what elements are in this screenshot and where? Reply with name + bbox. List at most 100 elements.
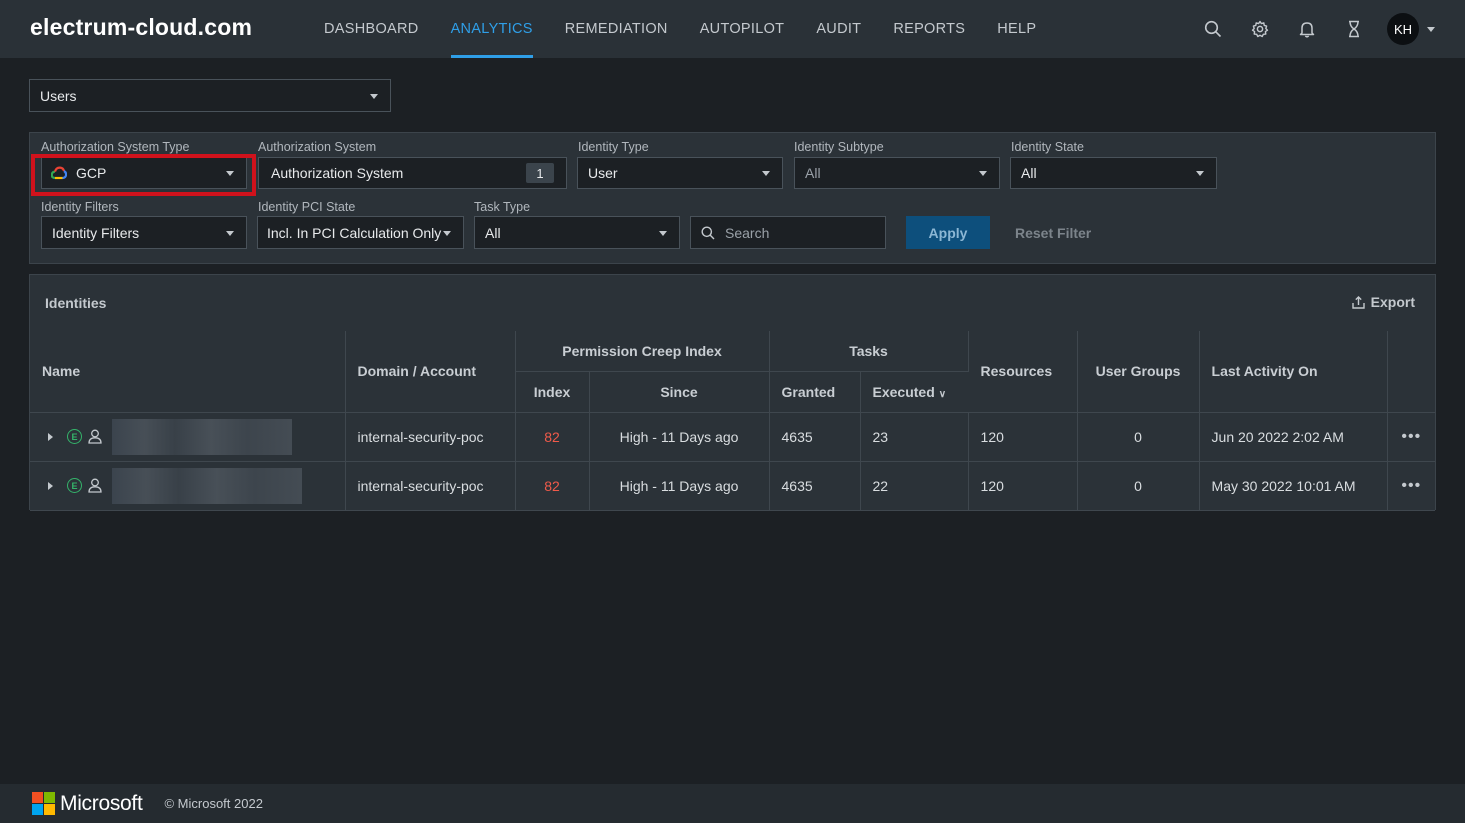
chevron-down-icon: [659, 230, 667, 236]
nav-analytics[interactable]: ANALYTICS: [435, 0, 549, 58]
identity-type-select[interactable]: User: [577, 157, 783, 189]
col-granted[interactable]: Granted: [769, 371, 861, 413]
identity-filters-value: Identity Filters: [52, 224, 140, 241]
identity-subtype-label: Identity Subtype: [794, 140, 884, 154]
nav-remediation[interactable]: REMEDIATION: [549, 0, 684, 58]
identity-pci-state-label: Identity PCI State: [258, 200, 356, 214]
task-type-label: Task Type: [474, 200, 531, 214]
identity-state-select[interactable]: All: [1010, 157, 1217, 189]
nav-dashboard[interactable]: DASHBOARD: [308, 0, 435, 58]
col-last-activity[interactable]: Last Activity On: [1199, 331, 1388, 413]
redacted-name: [112, 418, 292, 455]
reset-filter-button[interactable]: Reset Filter: [1005, 216, 1101, 249]
export-button[interactable]: Export: [1351, 294, 1415, 310]
col-pci-index[interactable]: Index: [515, 371, 590, 413]
bell-icon[interactable]: [1283, 0, 1330, 58]
identity-subtype-select[interactable]: All: [794, 157, 1000, 189]
nav-help[interactable]: HELP: [981, 0, 1052, 58]
col-pci-since[interactable]: Since: [589, 371, 770, 413]
auth-system-type-label: Authorization System Type: [41, 140, 190, 154]
user-groups-cell: 0: [1077, 461, 1200, 511]
col-pci-group: Permission Creep Index: [515, 331, 770, 372]
gcp-logo-icon: [51, 166, 67, 180]
nav-autopilot[interactable]: AUTOPILOT: [684, 0, 801, 58]
auth-system-label: Authorization System: [258, 140, 377, 154]
footer-brand: Microsoft: [60, 791, 143, 815]
identity-name-cell: E: [42, 418, 333, 455]
search-icon[interactable]: [1189, 0, 1236, 58]
identities-panel: Identities Export Name Domain / Account …: [29, 274, 1436, 511]
view-select-value: Users: [40, 87, 77, 104]
nav-audit[interactable]: AUDIT: [800, 0, 877, 58]
footer: Microsoft © Microsoft 2022: [0, 784, 1465, 823]
col-executed[interactable]: Executed ∨: [860, 371, 969, 413]
search-icon: [701, 226, 715, 239]
identity-filters-select[interactable]: Identity Filters: [41, 216, 247, 249]
granted-cell: 4635: [769, 412, 861, 462]
avatar[interactable]: KH: [1387, 13, 1419, 45]
identity-state-label: Identity State: [1011, 140, 1084, 154]
identity-name-cell: E: [42, 467, 333, 504]
view-select[interactable]: Users: [29, 79, 391, 112]
pci-index-cell: 82: [515, 461, 590, 511]
export-icon: [1351, 295, 1365, 309]
table-row[interactable]: E internal-security-poc 82 High - 11 Day…: [30, 412, 1436, 462]
brand-title[interactable]: electrum-cloud.com: [30, 14, 252, 41]
more-actions-icon[interactable]: •••: [1387, 461, 1436, 511]
executed-cell: 23: [860, 412, 969, 462]
last-activity-cell: Jun 20 2022 2:02 AM: [1199, 412, 1388, 462]
main-nav: DASHBOARD ANALYTICS REMEDIATION AUTOPILO…: [308, 0, 1052, 58]
col-executed-label: Executed: [872, 383, 935, 400]
chevron-down-icon[interactable]: [1427, 26, 1435, 32]
nav-reports[interactable]: REPORTS: [877, 0, 981, 58]
col-domain[interactable]: Domain / Account: [345, 331, 516, 413]
expand-row-icon[interactable]: [48, 432, 53, 441]
auth-system-type-select[interactable]: GCP: [41, 157, 247, 189]
table-row[interactable]: E internal-security-poc 82 High - 11 Day…: [30, 461, 1436, 511]
identity-pci-state-select[interactable]: Incl. In PCI Calculation Only: [257, 216, 464, 249]
search-input[interactable]: [725, 224, 875, 241]
task-type-select[interactable]: All: [474, 216, 680, 249]
auth-system-value: Authorization System: [271, 165, 404, 181]
pci-since-cell: High - 11 Days ago: [589, 412, 770, 462]
executed-cell: 22: [860, 461, 969, 511]
user-icon: [88, 429, 102, 444]
apply-button[interactable]: Apply: [906, 216, 990, 249]
microsoft-logo-icon: [32, 792, 55, 815]
col-tasks-group: Tasks: [769, 331, 969, 372]
auth-system-type-value: GCP: [76, 165, 107, 181]
enabled-badge-icon: E: [67, 429, 82, 444]
resources-cell: 120: [968, 461, 1078, 511]
footer-copyright: © Microsoft 2022: [164, 796, 263, 811]
chevron-down-icon: [226, 171, 234, 176]
pci-index-cell: 82: [515, 412, 590, 462]
gear-icon[interactable]: [1236, 0, 1283, 58]
task-type-value: All: [485, 224, 501, 241]
identity-pci-state-value: Incl. In PCI Calculation Only: [267, 224, 442, 241]
search-field[interactable]: [690, 216, 886, 249]
identity-state-value: All: [1021, 165, 1037, 181]
top-icons: KH: [1189, 0, 1465, 58]
sort-down-icon: ∨: [938, 388, 947, 400]
identities-title: Identities: [45, 295, 107, 311]
identity-subtype-value: All: [805, 165, 821, 181]
pci-since-cell: High - 11 Days ago: [589, 461, 770, 511]
col-resources[interactable]: Resources: [968, 331, 1078, 413]
identity-filters-label: Identity Filters: [41, 200, 119, 214]
identity-type-label: Identity Type: [578, 140, 649, 154]
more-actions-icon[interactable]: •••: [1387, 412, 1436, 462]
hourglass-icon[interactable]: [1330, 0, 1377, 58]
col-name[interactable]: Name: [30, 331, 346, 413]
chevron-down-icon: [762, 171, 770, 176]
domain-cell: internal-security-poc: [345, 412, 516, 462]
expand-row-icon[interactable]: [48, 481, 53, 490]
resources-cell: 120: [968, 412, 1078, 462]
col-actions: [1387, 331, 1436, 413]
user-groups-cell: 0: [1077, 412, 1200, 462]
auth-system-select[interactable]: Authorization System 1: [258, 157, 567, 189]
chevron-down-icon: [226, 230, 234, 236]
domain-cell: internal-security-poc: [345, 461, 516, 511]
identities-table: Name Domain / Account Permission Creep I…: [30, 331, 1436, 511]
col-user-groups[interactable]: User Groups: [1077, 331, 1200, 413]
chevron-down-icon: [1196, 171, 1204, 176]
